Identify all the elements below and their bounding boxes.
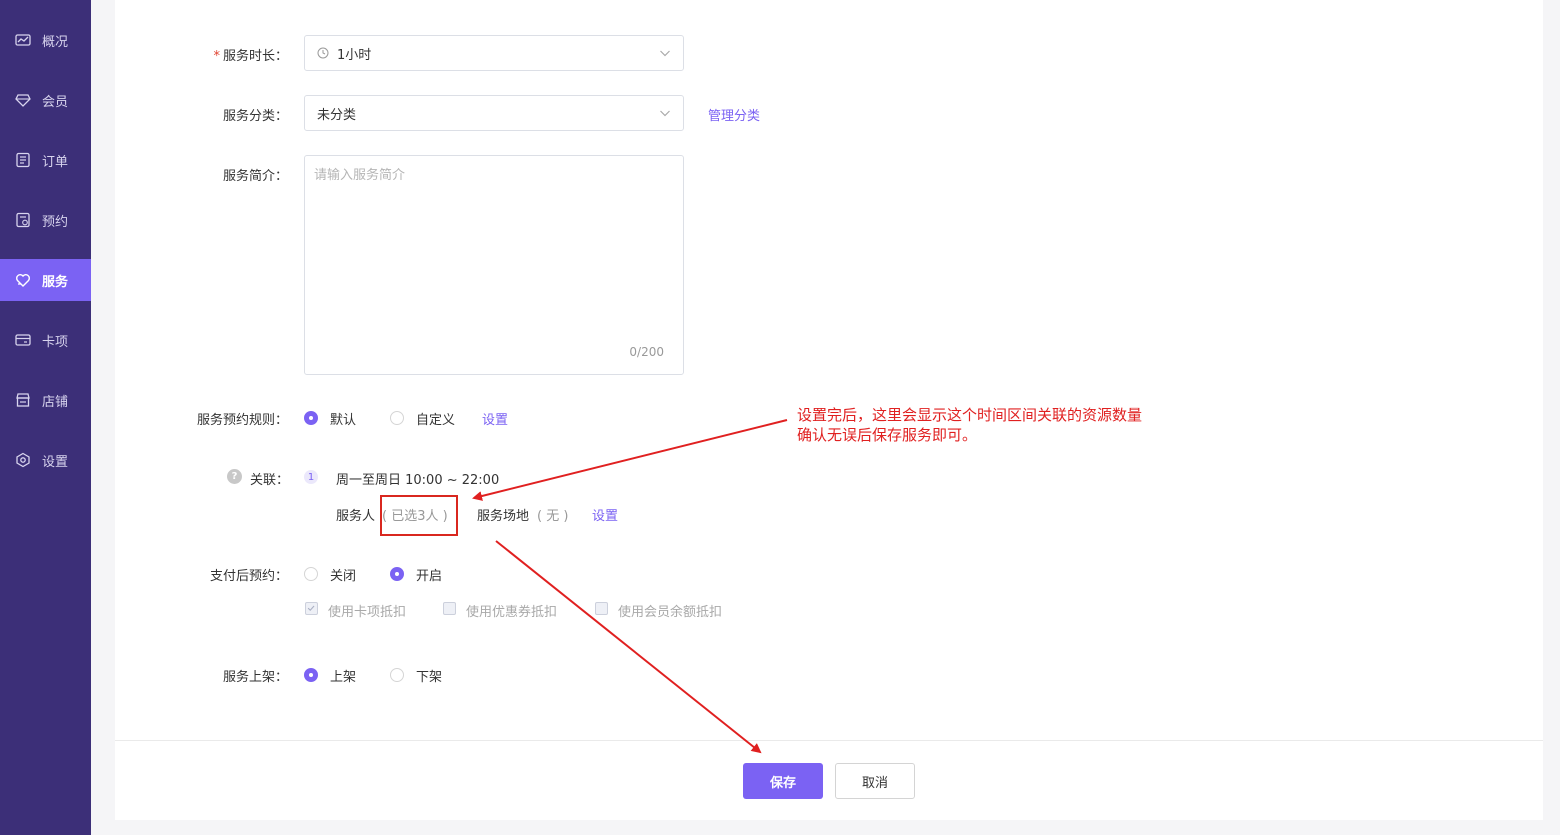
- pay-then-book-on-label: 开启: [416, 569, 443, 584]
- duration-label: * 服务时长：: [213, 49, 288, 64]
- duration-select[interactable]: 1小时: [304, 35, 684, 71]
- pay-then-book-off-label: 关闭: [330, 569, 357, 584]
- intro-label: 服务简介：: [222, 169, 288, 184]
- listing-label: 服务上架：: [222, 670, 288, 685]
- pay-then-book-label: 支付后预约：: [209, 569, 288, 584]
- listing-off-radio[interactable]: [390, 668, 404, 682]
- sidebar-item-cards[interactable]: 卡项: [0, 319, 91, 361]
- use-coupon-label: 使用优惠券抵扣: [466, 605, 558, 620]
- chevron-down-icon: [660, 110, 670, 117]
- listing-off-label: 下架: [416, 670, 443, 685]
- overview-chart-icon: [15, 34, 31, 46]
- sidebar-item-label: 概况: [42, 34, 69, 50]
- booking-icon: [16, 212, 30, 228]
- manage-category-link[interactable]: 管理分类: [708, 105, 760, 124]
- category-label: 服务分类：: [222, 109, 288, 124]
- settings-icon: [16, 452, 30, 468]
- service-heart-icon: [16, 274, 30, 287]
- listing-on-label: 上架: [330, 670, 357, 685]
- pay-then-book-on-radio[interactable]: [390, 567, 404, 581]
- sidebar-item-orders[interactable]: 订单: [0, 139, 91, 181]
- duration-value: 1小时: [337, 47, 372, 63]
- help-icon[interactable]: ?: [227, 469, 242, 484]
- order-list-icon: [16, 152, 30, 168]
- sidebar-item-overview[interactable]: 概况: [0, 19, 91, 61]
- venue-label: 服务场地: [477, 509, 530, 524]
- category-select[interactable]: 未分类: [304, 95, 684, 131]
- annotation-line-1: 设置完后，这里会显示这个时间区间关联的资源数量: [797, 406, 1143, 424]
- sidebar-item-label: 预约: [42, 214, 69, 230]
- use-balance-checkbox[interactable]: [595, 602, 608, 615]
- sidebar-item-store[interactable]: 店铺: [0, 379, 91, 421]
- intro-placeholder: 请输入服务简介: [314, 168, 406, 183]
- booking-rule-custom-radio[interactable]: [390, 411, 404, 425]
- staff-label: 服务人: [336, 509, 376, 524]
- booking-rule-label: 服务预约规则：: [196, 413, 288, 428]
- booking-rule-custom-label: 自定义: [416, 413, 456, 428]
- relation-settings-link[interactable]: 设置: [592, 505, 618, 524]
- annotation-highlight-box: [380, 495, 458, 536]
- sidebar-item-label: 会员: [42, 94, 69, 110]
- pay-then-book-off-radio[interactable]: [304, 567, 318, 581]
- chevron-down-icon: [660, 50, 670, 57]
- diamond-icon: [15, 94, 31, 107]
- sidebar-item-label: 设置: [42, 454, 69, 470]
- category-value: 未分类: [317, 107, 357, 123]
- use-balance-label: 使用会员余额抵扣: [618, 605, 723, 620]
- sidebar: 概况 会员 订单 预约 服务 卡项 店铺 设置: [0, 0, 91, 835]
- sidebar-item-service[interactable]: 服务: [0, 259, 91, 301]
- sidebar-item-label: 店铺: [42, 394, 69, 410]
- schedule-index-badge: 1: [304, 470, 318, 484]
- intro-char-counter: 0/200: [629, 345, 664, 359]
- use-coupon-checkbox[interactable]: [443, 602, 456, 615]
- schedule-text: 周一至周日 10:00 ~ 22:00: [336, 473, 500, 488]
- use-card-label: 使用卡项抵扣: [328, 605, 407, 620]
- sidebar-item-booking[interactable]: 预约: [0, 199, 91, 241]
- store-icon: [16, 393, 30, 407]
- booking-rule-default-label: 默认: [330, 413, 357, 428]
- card-icon: [15, 334, 31, 346]
- intro-textarea[interactable]: 请输入服务简介 0/200: [304, 155, 684, 375]
- sidebar-item-label: 服务: [42, 274, 69, 290]
- annotation-note: 设置完后，这里会显示这个时间区间关联的资源数量 确认无误后保存服务即可。: [797, 405, 1142, 445]
- sidebar-item-label: 订单: [42, 154, 69, 170]
- clock-icon: [317, 47, 329, 59]
- save-button[interactable]: 保存: [743, 763, 823, 799]
- footer-divider: [115, 740, 1543, 741]
- sidebar-item-settings[interactable]: 设置: [0, 439, 91, 481]
- sidebar-item-label: 卡项: [42, 334, 69, 350]
- sidebar-item-members[interactable]: 会员: [0, 79, 91, 121]
- booking-rule-default-radio[interactable]: [304, 411, 318, 425]
- venue-count: ( 无 ): [537, 509, 569, 524]
- annotation-line-2: 确认无误后保存服务即可。: [797, 426, 978, 444]
- relation-label: 关联：: [250, 473, 290, 488]
- checkmark-icon: [307, 605, 315, 611]
- booking-rule-settings-link[interactable]: 设置: [482, 409, 508, 428]
- listing-on-radio[interactable]: [304, 668, 318, 682]
- use-card-checkbox[interactable]: [305, 602, 318, 615]
- cancel-button[interactable]: 取消: [835, 763, 915, 799]
- required-mark: *: [213, 49, 220, 64]
